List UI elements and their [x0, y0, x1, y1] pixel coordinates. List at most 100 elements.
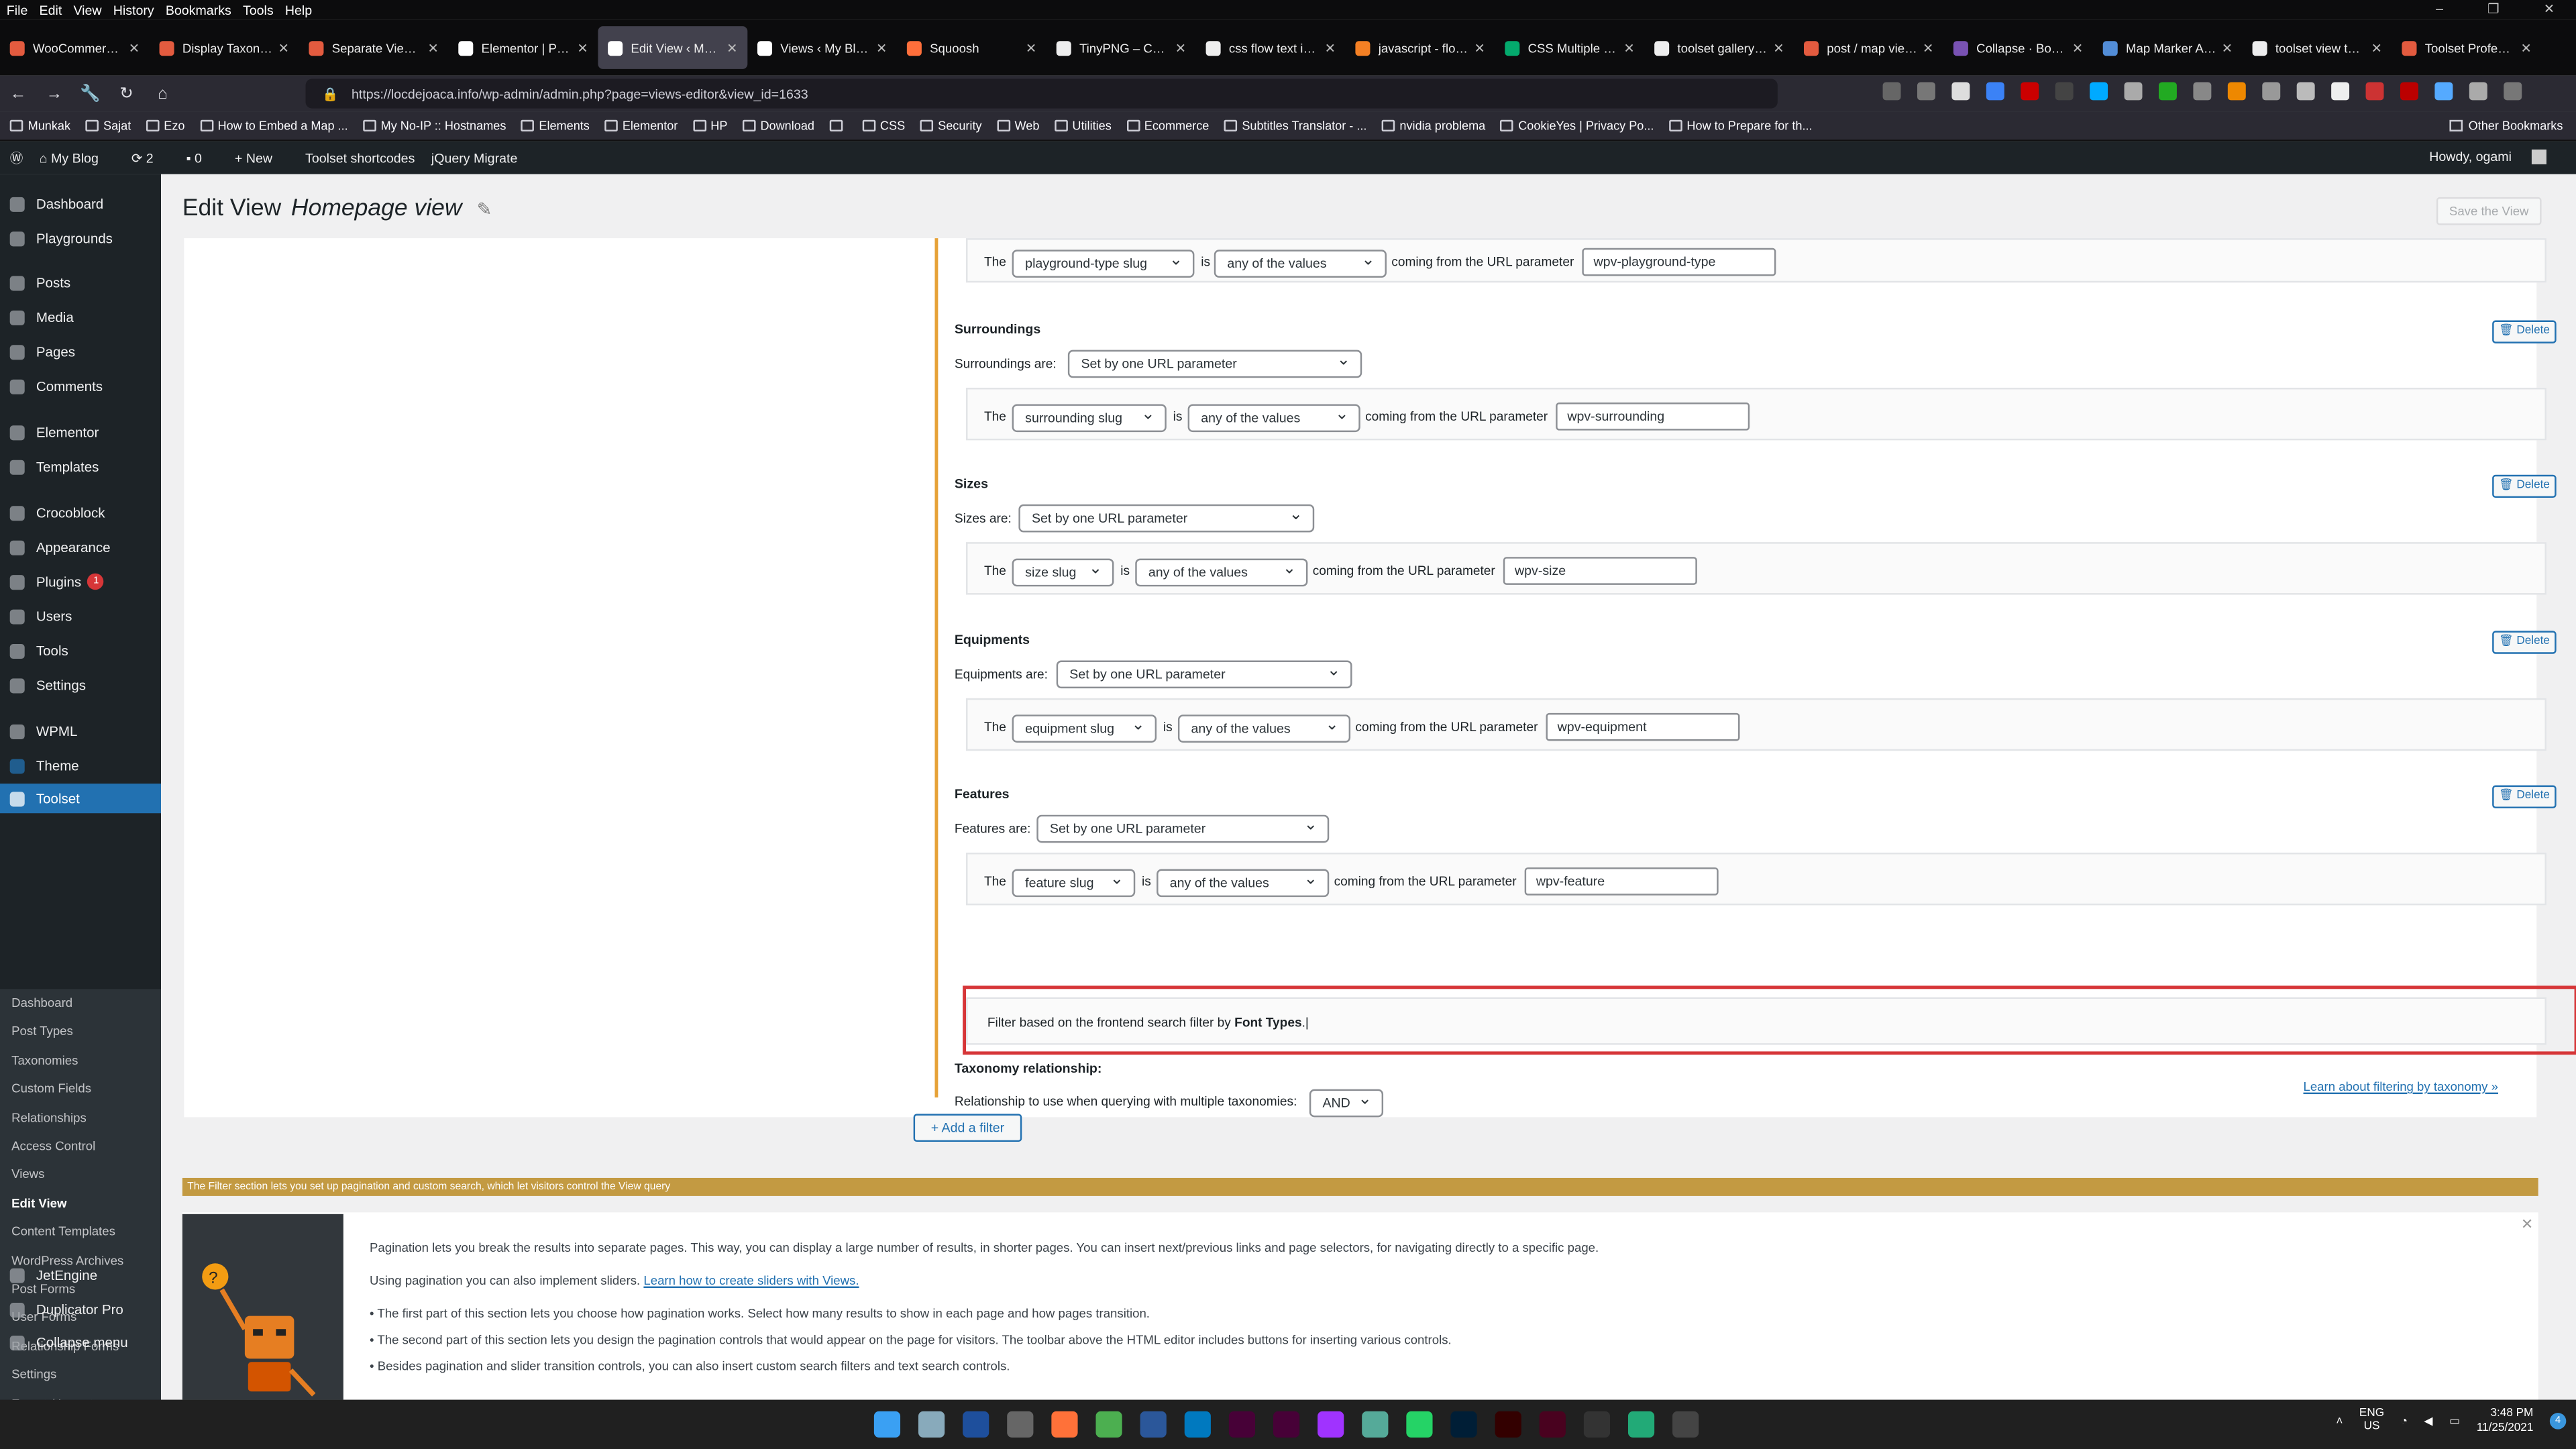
sidebar-item[interactable]: Collapse menu	[0, 1328, 161, 1357]
chrome-icon[interactable]	[1095, 1411, 1122, 1438]
tab-close-icon[interactable]: ✕	[129, 40, 140, 55]
sidebar-item[interactable]: Plugins 1	[0, 567, 161, 596]
app-icon[interactable]	[1583, 1411, 1611, 1438]
messenger-icon[interactable]	[1318, 1411, 1344, 1438]
sidebar-item[interactable]: Comments	[0, 371, 161, 400]
bookmark-item[interactable]: Sajat	[85, 118, 131, 133]
pdf-icon[interactable]	[2400, 82, 2418, 101]
sidebar-item[interactable]: JetEngine	[0, 1260, 161, 1289]
sidebar-item[interactable]: Theme	[0, 751, 161, 780]
submenu-item[interactable]: Access Control	[11, 1138, 95, 1153]
delete-button[interactable]: 🗑 Delete	[2492, 320, 2557, 343]
word-icon[interactable]	[1140, 1411, 1167, 1438]
volume-icon[interactable]: ◀	[2424, 1415, 2432, 1428]
submenu-item[interactable]: Custom Fields	[11, 1081, 91, 1096]
battery-icon[interactable]: ▭	[2449, 1415, 2460, 1428]
bookmark-item[interactable]: My No-IP :: Hostnames	[362, 118, 506, 133]
browser-tab[interactable]: CSS Multiple Col... ✕	[1495, 19, 1645, 75]
sidebar-item[interactable]: Tools	[0, 636, 161, 665]
app-icon[interactable]	[1007, 1411, 1034, 1438]
tab-close-icon[interactable]: ✕	[1175, 40, 1186, 55]
reload-icon[interactable]: ↻	[109, 85, 145, 103]
bookmark-item[interactable]: How to Prepare for th...	[1668, 118, 1813, 133]
other-bookmarks[interactable]: Other Bookmarks	[2450, 118, 2563, 133]
bookmark-item[interactable]: Ecommerce	[1126, 118, 1209, 133]
sidebar-item[interactable]: Media	[0, 303, 161, 332]
learn-filtering-link[interactable]: Learn about filtering by taxonomy »	[2303, 1079, 2498, 1094]
language-indicator[interactable]: ENG US	[2359, 1408, 2384, 1434]
ublock-icon[interactable]	[2021, 82, 2039, 101]
playground-values-select[interactable]: any of the values	[1214, 248, 1387, 278]
bookmark-item[interactable]: Munkak	[9, 118, 70, 133]
sidebar-item[interactable]: Playgrounds	[0, 223, 161, 253]
trello-icon[interactable]	[1184, 1411, 1211, 1438]
extension-icon[interactable]	[2296, 82, 2315, 101]
extension-icon[interactable]	[2124, 82, 2143, 101]
values-select[interactable]: any of the values	[1157, 867, 1330, 898]
menu-tools[interactable]: Tools	[243, 3, 274, 17]
bookmark-item[interactable]: CSS	[861, 118, 905, 133]
slug-select[interactable]: size slug	[1012, 557, 1114, 587]
notification-badge[interactable]: 4	[2549, 1413, 2567, 1430]
bookmark-item[interactable]: Elementor	[604, 118, 678, 133]
url-param-input[interactable]: wpv-equipment	[1546, 712, 1740, 741]
app-icon[interactable]	[1627, 1411, 1655, 1438]
delete-button[interactable]: 🗑 Delete	[2492, 785, 2557, 808]
whatsapp-icon[interactable]	[1406, 1411, 1433, 1438]
menu-help[interactable]: Help	[285, 3, 312, 17]
extension-icon[interactable]	[2469, 82, 2487, 101]
browser-tab[interactable]: Elementor | Prima pa... ✕	[449, 19, 598, 75]
jquery-migrate-link[interactable]: jQuery Migrate	[431, 150, 517, 165]
menu-bookmarks[interactable]: Bookmarks	[166, 3, 231, 17]
tab-close-icon[interactable]: ✕	[1026, 40, 1036, 55]
playground-url-param-input[interactable]: wpv-playground-type	[1582, 248, 1776, 276]
tab-close-icon[interactable]: ✕	[1325, 40, 1336, 55]
wifi-icon[interactable]: ◔	[2401, 1415, 2408, 1427]
menu-history[interactable]: History	[113, 3, 154, 17]
extension-icon[interactable]	[2227, 82, 2246, 101]
add-filter-button[interactable]: + Add a filter	[913, 1114, 1022, 1142]
url-param-input[interactable]: wpv-surrounding	[1556, 402, 1750, 431]
browser-tab[interactable]: Squoosh ✕	[897, 19, 1046, 75]
site-name-link[interactable]: ⌂ My Blog	[40, 150, 115, 165]
bookmark-item[interactable]: Web	[996, 118, 1039, 133]
bookmark-item[interactable]: Security	[920, 118, 982, 133]
sidebar-item[interactable]: Users	[0, 601, 161, 631]
bookmark-item[interactable]: Ezo	[146, 118, 185, 133]
extension-icon[interactable]	[2090, 82, 2108, 101]
reader-icon[interactable]	[1917, 82, 1935, 101]
submenu-item[interactable]: Content Templates	[11, 1224, 115, 1239]
sidebar-item[interactable]: WPML	[0, 716, 161, 746]
browser-tab[interactable]: Display Taxonomy... ✕	[150, 19, 299, 75]
mode-select[interactable]: Set by one URL parameter	[1056, 659, 1352, 689]
extension-icon[interactable]	[2055, 82, 2074, 101]
pencil-icon[interactable]: ✎	[477, 201, 492, 220]
restore-icon[interactable]: ❐	[2487, 1, 2500, 16]
browser-tab[interactable]: Map Marker Alt |... ✕	[2093, 19, 2243, 75]
tab-close-icon[interactable]: ✕	[876, 40, 887, 55]
sidebar-item[interactable]: Duplicator Pro	[0, 1295, 161, 1324]
updates-link[interactable]: ⟳ 2	[131, 150, 170, 165]
extension-icon[interactable]	[2434, 82, 2453, 101]
values-select[interactable]: any of the values	[1135, 557, 1308, 587]
browser-tab[interactable]: toolset gallery - G... ✕	[1644, 19, 1794, 75]
app-icon[interactable]	[1362, 1411, 1389, 1438]
start-icon[interactable]	[873, 1411, 901, 1438]
view-name[interactable]: Homepage view	[291, 195, 462, 221]
save-view-button[interactable]: Save the View	[2436, 197, 2542, 225]
url-bar[interactable]: 🔒 https://locdejoaca.info/wp-admin/admin…	[305, 78, 1778, 109]
submenu-item[interactable]: Settings	[11, 1367, 56, 1382]
bookmark-item[interactable]: How to Embed a Map ...	[199, 118, 348, 133]
sidebar-item[interactable]: Templates	[0, 451, 161, 481]
extension-icon[interactable]	[2262, 82, 2281, 101]
extension-icon[interactable]	[2158, 82, 2177, 101]
relationship-select[interactable]: AND	[1309, 1087, 1384, 1118]
wrench-icon[interactable]: 🔧	[72, 85, 109, 103]
clock[interactable]: 3:48 PM 11/25/2021	[2477, 1406, 2534, 1436]
extension-icon[interactable]	[1951, 82, 1970, 101]
indesign-icon[interactable]	[1539, 1411, 1566, 1438]
extension-icon[interactable]	[1986, 82, 2004, 101]
firefox-icon[interactable]	[1051, 1411, 1078, 1438]
extension-icon[interactable]	[2331, 82, 2350, 101]
delete-button[interactable]: 🗑 Delete	[2492, 631, 2557, 654]
